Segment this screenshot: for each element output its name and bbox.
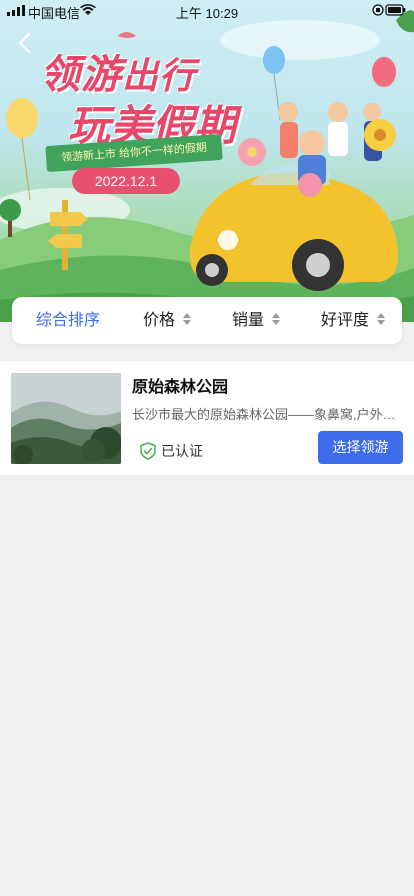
battery-icon — [372, 4, 406, 16]
sort-arrows-icon — [377, 312, 386, 327]
banner-title-big: 领游 — [40, 51, 122, 98]
sort-tab-label: 销量 — [232, 312, 265, 329]
item-title: 原始森林公园 — [132, 379, 229, 396]
status-time: 上午 10:29 — [175, 6, 239, 21]
shield-check-icon — [140, 442, 156, 460]
sort-tab-label: 好评度 — [321, 312, 370, 329]
forest-photo — [11, 373, 121, 464]
sort-bar: 综合排序 价格 销量 好评度 — [12, 297, 402, 344]
banner-title-small: 出行 — [122, 55, 197, 97]
sort-tab-sales[interactable]: 销量 — [232, 297, 281, 344]
promo-banner: 中国电信 上午 10:29 领游出行 玩美假期 领游新上市 给你不一样的假期 2… — [0, 0, 414, 322]
back-arrow-icon[interactable] — [12, 28, 38, 58]
item-description: 长沙市最大的原始森林公园——象鼻窝,户外徒步… — [132, 407, 402, 422]
list-item[interactable]: 原始森林公园 长沙市最大的原始森林公园——象鼻窝,户外徒步… 已认证 选择领游 — [0, 361, 414, 475]
sort-tab-label: 价格 — [143, 312, 176, 329]
status-bar: 中国电信 上午 10:29 — [0, 0, 414, 22]
sort-arrows-icon — [272, 312, 281, 327]
sort-tab-comprehensive[interactable]: 综合排序 — [36, 297, 100, 344]
sort-tab-rating[interactable]: 好评度 — [321, 297, 386, 344]
verified-badge: 已认证 — [140, 441, 203, 463]
select-guide-button[interactable]: 选择领游 — [318, 431, 403, 464]
banner-date-badge: 2022.12.1 — [72, 168, 180, 194]
sort-tab-price[interactable]: 价格 — [143, 297, 192, 344]
sort-tab-label: 综合排序 — [36, 312, 101, 329]
verified-label: 已认证 — [161, 443, 203, 459]
sort-arrows-icon — [183, 312, 192, 327]
